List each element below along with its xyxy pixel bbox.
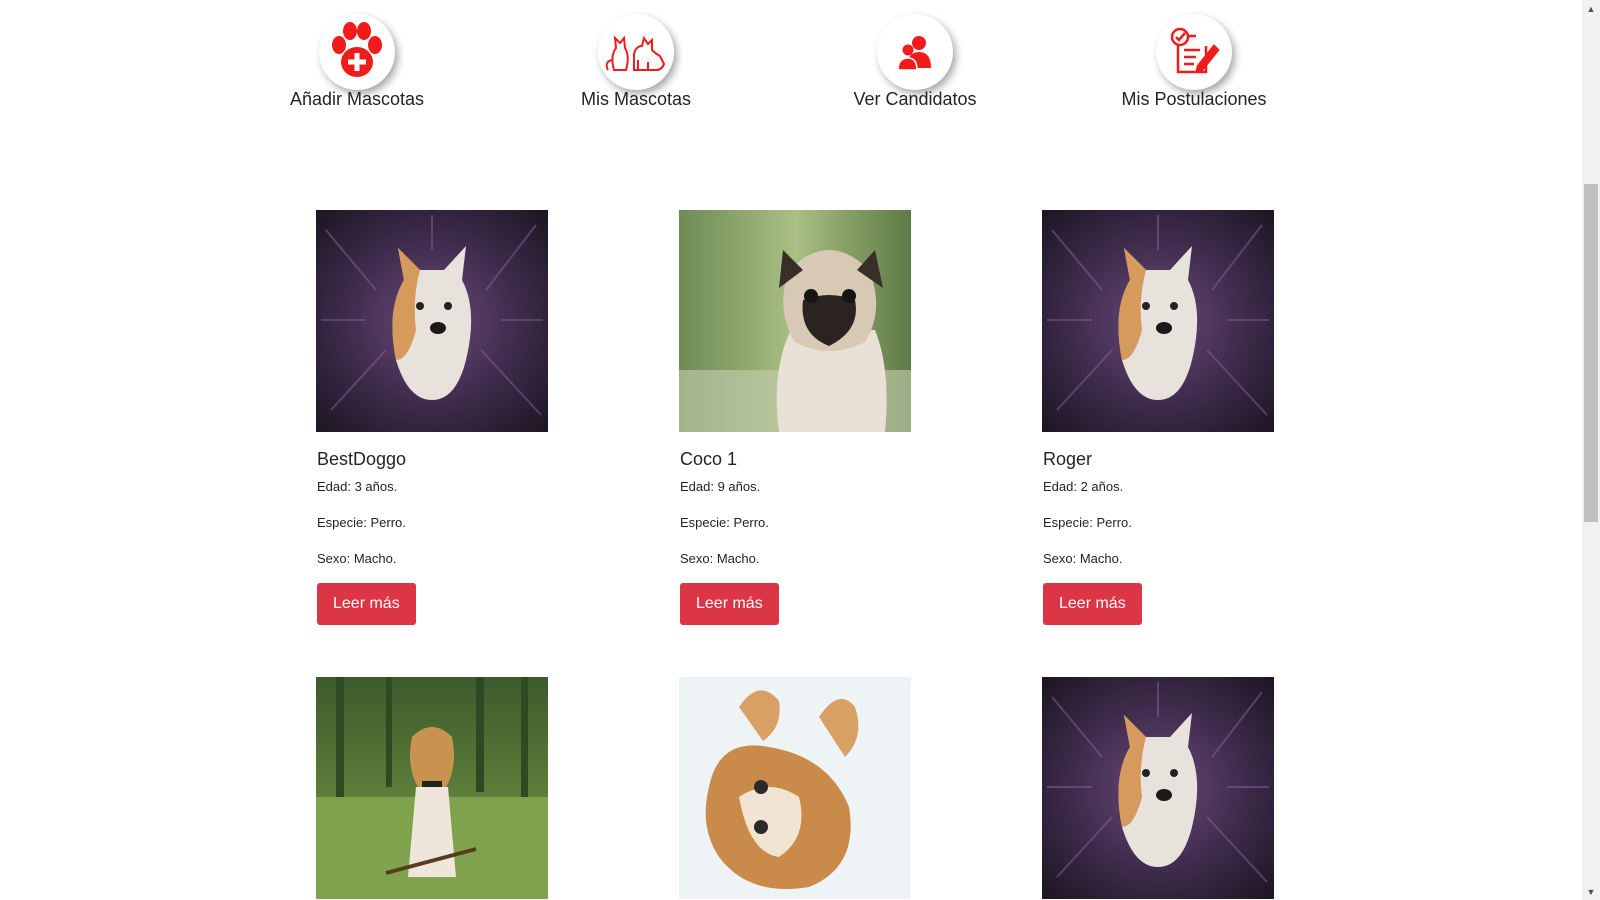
read-more-button[interactable]: Leer más: [680, 583, 779, 625]
nav-my-applications[interactable]: Mis Postulaciones: [1084, 14, 1304, 108]
pet-card: [679, 677, 919, 899]
pet-sex: Sexo: Macho.: [1043, 551, 1123, 566]
pet-photo: [1042, 210, 1274, 432]
nav-add-pets[interactable]: Añadir Mascotas: [247, 14, 467, 108]
pet-species: Especie: Perro.: [1043, 515, 1132, 530]
pet-sex: Sexo: Macho.: [680, 551, 760, 566]
pet-name: Roger: [1043, 449, 1093, 469]
nav-label: Mis Postulaciones: [1121, 89, 1267, 109]
scroll-thumb[interactable]: [1584, 184, 1598, 522]
pet-photo: [679, 210, 911, 432]
pet-photo: [316, 210, 548, 432]
pet-age: Edad: 3 años.: [317, 479, 398, 494]
pet-photo: [1042, 677, 1274, 899]
pet-species: Especie: Perro.: [680, 515, 769, 530]
nav-my-pets[interactable]: Mis Mascotas: [526, 14, 746, 108]
nav-view-candidates[interactable]: Ver Candidatos: [805, 14, 1025, 108]
pet-age: Edad: 2 años.: [1043, 479, 1124, 494]
paw-plus-icon: [319, 14, 395, 90]
nav-label: Ver Candidatos: [853, 89, 977, 109]
nav-label: Mis Mascotas: [580, 89, 692, 109]
read-more-button[interactable]: Leer más: [317, 583, 416, 625]
scroll-down-arrow-icon[interactable]: ▼: [1582, 883, 1600, 900]
nav-label: Añadir Mascotas: [289, 89, 425, 109]
pet-name: Coco 1: [680, 449, 738, 469]
pet-sex: Sexo: Macho.: [317, 551, 397, 566]
pet-card: Roger Edad: 2 años. Especie: Perro. Sexo…: [1042, 210, 1282, 625]
cat-dog-icon: [598, 14, 674, 90]
pet-name: BestDoggo: [317, 449, 407, 469]
pet-species: Especie: Perro.: [317, 515, 406, 530]
read-more-button[interactable]: Leer más: [1043, 583, 1142, 625]
users-icon: [877, 14, 953, 90]
checklist-icon: [1156, 14, 1232, 90]
pet-card: BestDoggo Edad: 3 años. Especie: Perro. …: [316, 210, 556, 625]
pet-card: [1042, 677, 1282, 899]
pet-card: Coco 1 Edad: 9 años. Especie: Perro. Sex…: [679, 210, 919, 625]
scroll-up-arrow-icon[interactable]: ▲: [1582, 0, 1600, 17]
pet-photo: [679, 677, 911, 899]
vertical-scrollbar[interactable]: ▲ ▼: [1582, 0, 1600, 900]
pet-card: [316, 677, 556, 899]
pet-age: Edad: 9 años.: [680, 479, 761, 494]
pet-photo: [316, 677, 548, 899]
